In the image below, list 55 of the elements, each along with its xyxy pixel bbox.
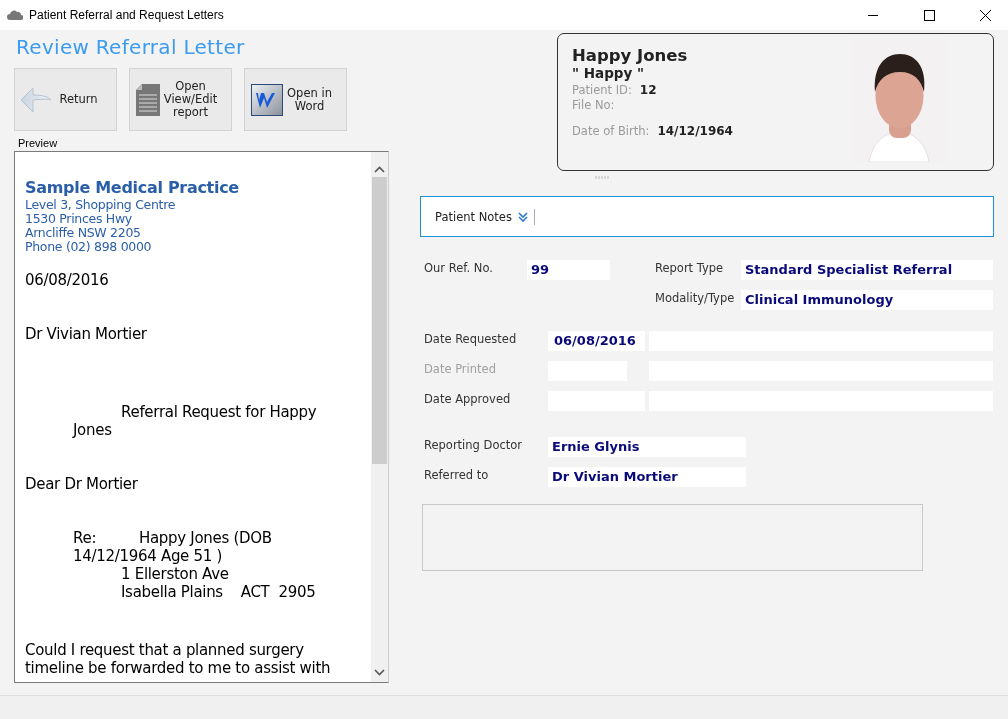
patient-nickname: " Happy " [572,65,645,81]
document-icon [136,83,160,116]
back-arrow-icon [21,86,51,113]
patient-notes-toggle[interactable]: Patient Notes [435,208,535,225]
salutation: Dear Dr Mortier [25,475,139,493]
w-logo-icon [251,83,283,116]
field-label: Date of Birth: [572,124,650,139]
address-line: Arncliffe NSW 2205 [25,226,142,240]
field-value: 12 [639,83,657,98]
scroll-down-icon[interactable] [374,669,385,676]
address-line: Isabella Plains ACT 2905 [120,583,317,601]
recipient-name: Dr Vivian Mortier [25,325,148,343]
input-field[interactable]: Clinical Immunology [741,290,993,310]
input-field[interactable]: 06/08/2016 [548,331,645,351]
letter-date: 06/08/2016 [25,271,110,289]
field-value: 14/12/1964 [657,124,733,139]
field-label: Date Requested [423,331,518,346]
patient-line: Happy Jones (DOB [139,529,272,547]
address-line: Phone (02) 898 0000 [25,240,153,254]
text-area[interactable] [422,504,923,571]
letter-line: Jones [71,421,113,439]
field-label: Our Ref. No. [423,260,494,275]
scrollbar-thumb[interactable] [372,177,387,464]
maximize-icon[interactable] [923,9,935,21]
field-label: Reporting Doctor [423,437,524,452]
preview-label: Preview [18,137,58,150]
scroll-up-icon[interactable] [374,166,385,173]
field-label: Referred to [423,467,490,482]
letter-subject: Referral Request for Happy [120,403,318,421]
patient-name: Happy Jones [572,46,689,65]
cloud-icon [7,10,23,20]
field-label: File No: [572,98,615,113]
letter-line: 14/12/1964 Age 51 ) [72,547,223,565]
practice-name: Sample Medical Practice [25,178,240,198]
open-report-button[interactable]: Open View/Edit report [129,68,232,131]
letter-paragraph: Could I request that a planned surgery [25,641,305,659]
input-field[interactable]: Standard Specialist Referral [741,260,993,280]
letter-line: timeline be forwarded to me to assist with [25,659,332,677]
field-label: Patient ID: [572,83,632,98]
page-heading: Review Referral Letter [16,35,245,59]
field-label: Report Type [654,260,725,275]
window-title: Patient Referral and Request Letters [29,8,225,22]
field-label: Modality/Type [654,290,736,305]
field-label: Date Printed [423,361,497,376]
field-label: Date Approved [423,391,512,406]
open-in-word-button[interactable]: Open in Word [244,68,347,131]
input-field[interactable]: Ernie Glynis [548,437,746,457]
return-button[interactable]: Return [14,68,117,131]
address-line: 1 Ellerston Ave [120,565,230,583]
address-line: 1530 Princes Hwy [25,212,133,226]
input-field[interactable]: 99 [527,260,610,280]
re-label: Re: [73,529,98,547]
close-icon[interactable] [979,9,991,21]
address-line: Level 3, Shopping Centre [25,198,177,212]
input-field[interactable]: Dr Vivian Mortier [548,467,746,487]
